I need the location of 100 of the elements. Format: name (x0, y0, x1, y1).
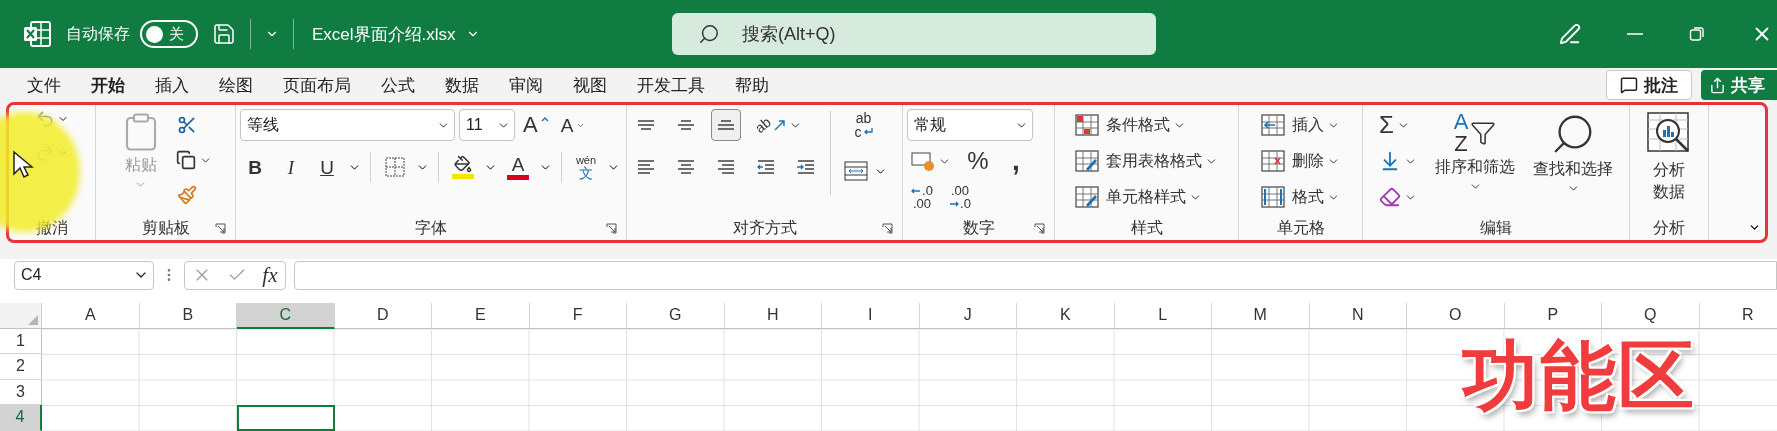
format-button[interactable]: I (276, 151, 306, 183)
ribbon-tab[interactable]: 开始 (76, 68, 140, 102)
column-header[interactable]: K (1017, 303, 1115, 329)
ribbon-tab[interactable]: 文件 (12, 68, 76, 102)
phonetic-button[interactable]: wén 文 (571, 151, 601, 183)
column-header[interactable]: A (42, 303, 140, 329)
align-button[interactable] (711, 109, 741, 141)
column-header[interactable]: J (919, 303, 1017, 329)
align-lines-icon (676, 119, 696, 131)
share-icon (1709, 76, 1726, 94)
borders-icon (385, 157, 405, 177)
select-all-icon (28, 314, 38, 325)
column-header[interactable]: B (139, 303, 237, 329)
row-header[interactable]: 2 (0, 354, 42, 380)
share-button[interactable]: 共享 (1701, 70, 1777, 100)
cells-menu-button[interactable]: 删除 (1257, 145, 1344, 177)
restore-icon (1689, 26, 1705, 42)
ribbon-tab[interactable]: 帮助 (720, 68, 784, 102)
ribbon-tab[interactable]: 页面布局 (268, 68, 366, 102)
autosum-button[interactable]: Σ (1375, 109, 1414, 141)
align-lines-icon (636, 159, 656, 175)
table-grid-icon (1261, 114, 1285, 136)
pen-icon (1559, 23, 1581, 45)
shrink-font-button[interactable]: A (556, 109, 590, 141)
group-label: 分析 (1653, 217, 1685, 238)
comments-button[interactable]: 批注 (1606, 70, 1692, 100)
analyze-data-button[interactable]: 分析数据 (1642, 109, 1696, 205)
align-lines-icon (636, 119, 656, 131)
insert-function-button[interactable]: fx (262, 262, 278, 288)
autosave-toggle[interactable]: 关 (140, 20, 198, 48)
ribbon-tab[interactable]: 绘图 (204, 68, 268, 102)
comment-icon (1620, 76, 1638, 94)
group-label: 数字 (962, 217, 995, 238)
formula-input[interactable] (294, 260, 1777, 290)
group-label: 单元格 (1276, 217, 1325, 238)
row-header[interactable]: 3 (0, 379, 42, 405)
merge-icon (844, 161, 868, 181)
align-lines-icon (676, 159, 696, 175)
number-format-field[interactable]: 常规 (907, 109, 1033, 141)
column-header[interactable]: L (1114, 303, 1212, 329)
paint-bucket-icon (454, 155, 472, 173)
decimal-button[interactable]: .00 .0 (945, 181, 975, 213)
column-header[interactable]: M (1212, 303, 1310, 329)
save-icon[interactable] (212, 22, 236, 46)
search-icon (698, 23, 720, 45)
style-menu-button[interactable]: 单元格样式 (1071, 181, 1206, 213)
group-label: 字体 (415, 217, 447, 238)
orientation-button[interactable]: ab (751, 109, 806, 141)
column-header[interactable]: O (1407, 303, 1505, 329)
table-grid-icon (1075, 186, 1099, 208)
column-header[interactable]: F (529, 303, 627, 329)
row-header[interactable]: 1 (0, 328, 42, 354)
search-field[interactable]: 搜索(Alt+Q) (672, 13, 1156, 55)
ribbon-tab[interactable]: 审阅 (494, 68, 558, 102)
wrap-text-button[interactable]: ab c (848, 109, 879, 141)
eraser-icon (1379, 186, 1401, 208)
ribbon-tab[interactable]: 数据 (430, 68, 494, 102)
column-header[interactable]: E (432, 303, 530, 329)
comma-button[interactable]: , (1001, 145, 1031, 177)
column-header[interactable]: R (1699, 303, 1777, 329)
file-name-button[interactable]: Excel界面介绍.xlsx (308, 18, 484, 50)
scissors-icon (176, 115, 197, 135)
ribbon-tab[interactable]: 开发工具 (622, 68, 720, 102)
cells-menu-button[interactable]: 插入 (1257, 109, 1344, 141)
font-color-button[interactable]: A (503, 151, 533, 183)
align-lines-icon (716, 119, 736, 131)
name-box[interactable]: C4 (14, 260, 154, 290)
align-lines-icon (796, 159, 816, 175)
grow-font-button[interactable]: A (519, 109, 553, 141)
format-button[interactable]: B (240, 151, 270, 183)
ribbon-tab[interactable]: 视图 (558, 68, 622, 102)
column-header[interactable]: I (822, 303, 920, 329)
group-label: 剪贴板 (141, 217, 190, 238)
column-header[interactable]: H (724, 303, 822, 329)
column-header[interactable]: D (334, 303, 432, 329)
column-header[interactable]: G (627, 303, 725, 329)
column-header[interactable]: P (1504, 303, 1602, 329)
cursor-icon (12, 150, 34, 180)
copy-icon (175, 150, 196, 170)
font-size-field[interactable]: 11 (459, 109, 515, 141)
row-header[interactable]: 4 (0, 405, 42, 431)
style-menu-button[interactable]: 条件格式 (1071, 109, 1190, 141)
cells-menu-button[interactable]: 格式 (1257, 181, 1344, 213)
sort-filter-button[interactable]: A Z 排序和筛选 (1431, 109, 1519, 195)
table-grid-icon (1261, 186, 1285, 208)
group-label: 撤消 (36, 217, 68, 238)
decimal-button[interactable]: .0 .00 (907, 181, 937, 213)
active-cell[interactable] (237, 405, 335, 431)
arrow-icon (773, 119, 786, 131)
ribbon-tab[interactable]: 插入 (140, 68, 204, 102)
column-header[interactable]: N (1309, 303, 1407, 329)
table-grid-icon (1075, 150, 1099, 172)
find-select-button[interactable]: 查找和选择 (1529, 109, 1617, 197)
column-header[interactable]: Q (1602, 303, 1700, 329)
format-button[interactable]: U (312, 151, 342, 183)
column-header[interactable]: C (237, 303, 335, 329)
style-menu-button[interactable]: 套用表格格式 (1071, 145, 1222, 177)
percent-button[interactable]: % (963, 145, 993, 177)
font-name-field[interactable]: 等线 (240, 109, 455, 141)
ribbon-tab[interactable]: 公式 (366, 68, 430, 102)
